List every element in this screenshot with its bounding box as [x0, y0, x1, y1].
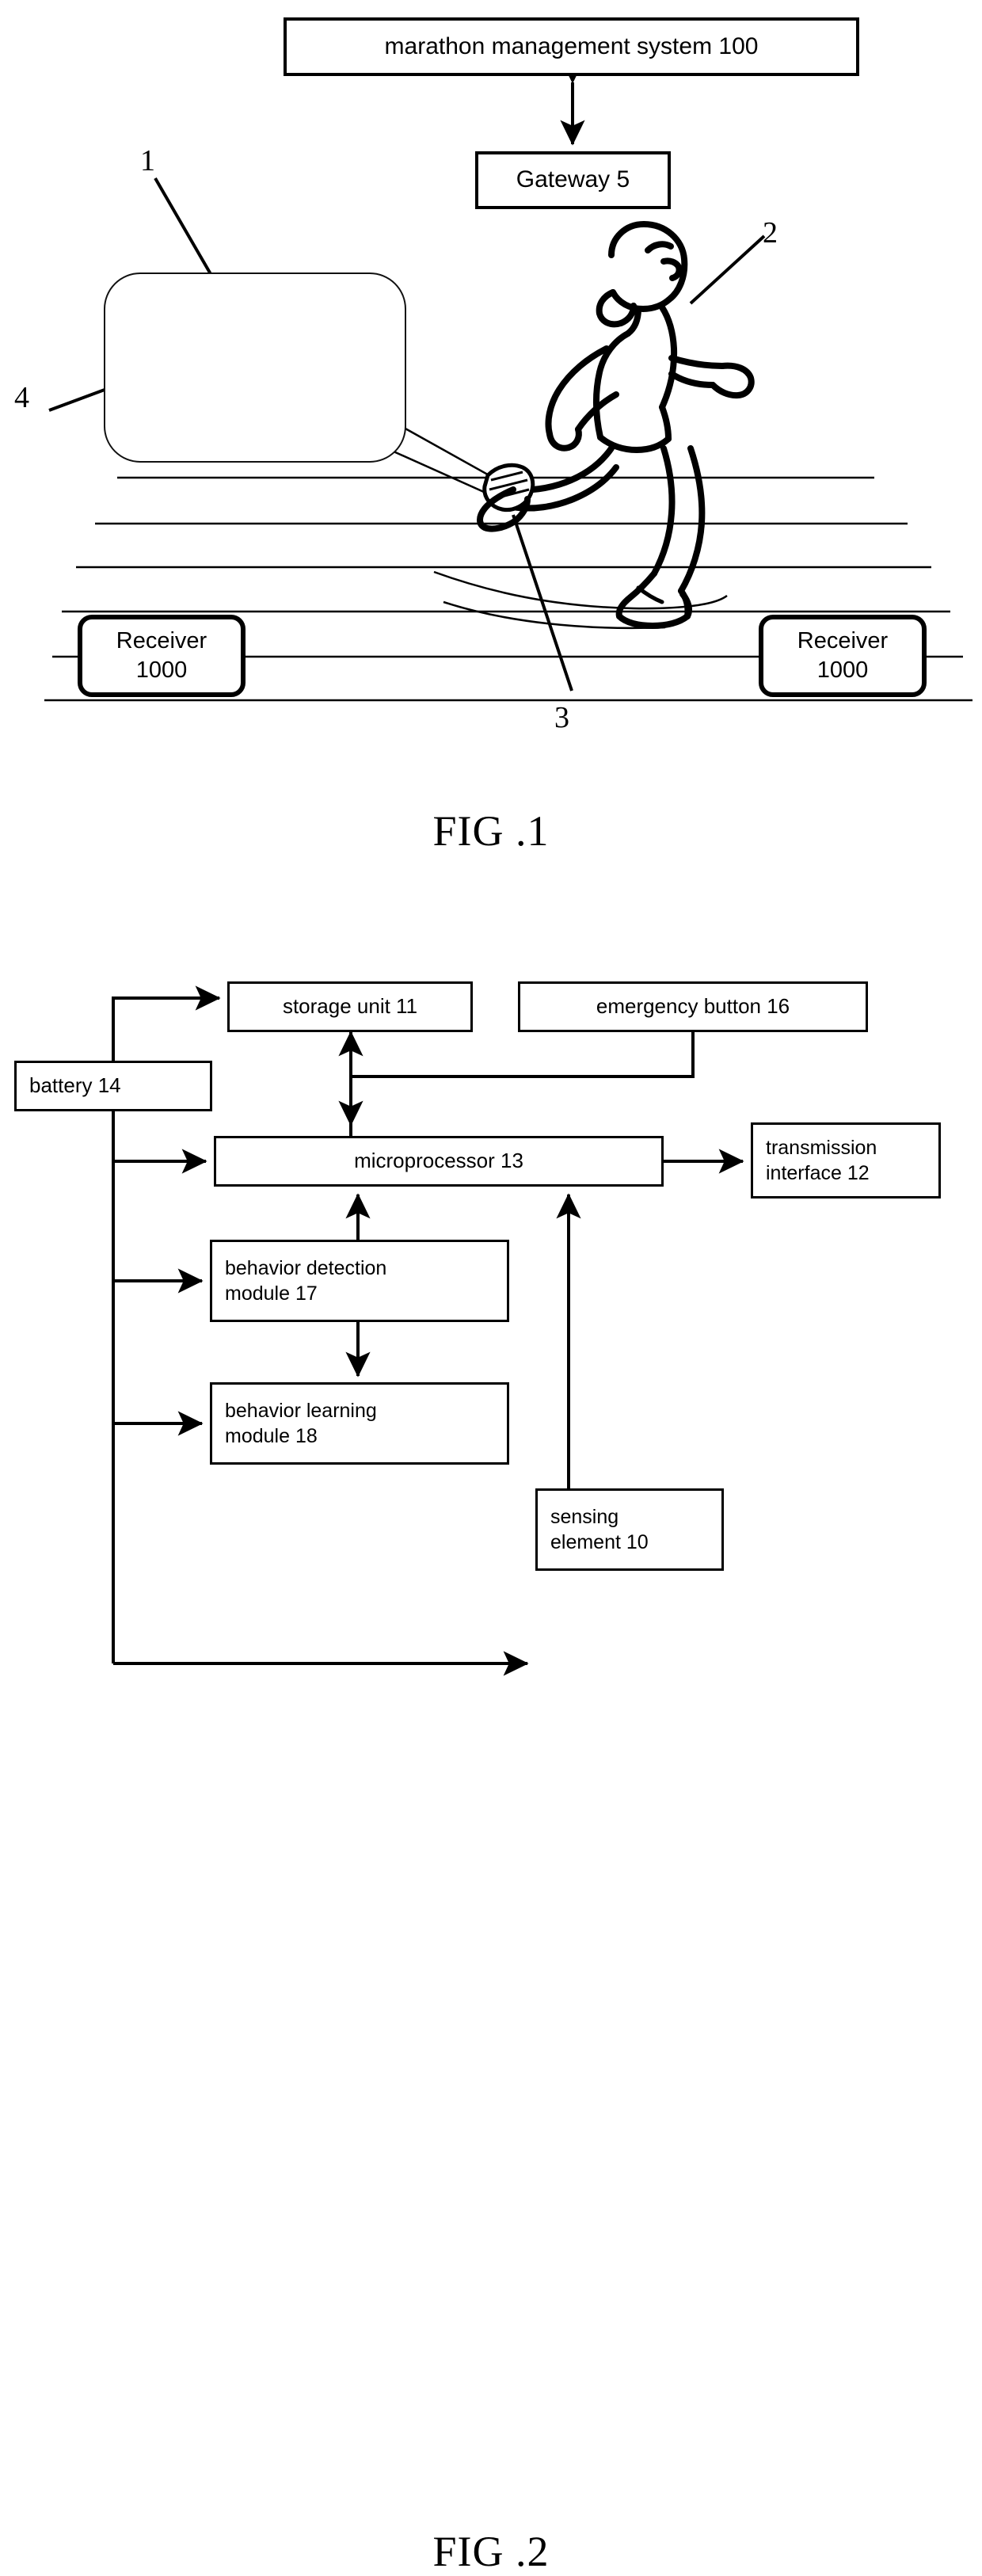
- behavior-learning-module-box: behavior learning module 18: [210, 1382, 509, 1465]
- device-detail-callout: [104, 272, 406, 463]
- runner-figure: [510, 221, 755, 629]
- receiver-left-box: Receiver 1000: [78, 615, 246, 697]
- leader-line-3: [512, 514, 573, 692]
- gateway-box: Gateway 5: [475, 151, 671, 209]
- storage-unit-box: storage unit 11: [227, 981, 473, 1032]
- shoe-sensor-marker: [482, 463, 535, 513]
- front-shoe: [477, 486, 531, 532]
- figure-2: storage unit 11 emergency button 16 batt…: [0, 871, 982, 2575]
- reference-numeral-1: 1: [140, 144, 155, 177]
- reference-numeral-3: 3: [554, 701, 569, 734]
- sensing-element-box: sensing element 10: [535, 1488, 724, 1571]
- wire-battery-to-storage: [112, 985, 221, 1061]
- behavior-detection-module-box: behavior detection module 17: [210, 1240, 509, 1322]
- reference-numeral-4: 4: [14, 381, 29, 414]
- marathon-management-system-box: marathon management system 100: [284, 17, 859, 76]
- wire-sensing-to-microprocessor-seg: [569, 1426, 630, 1488]
- figure-2-caption: FIG .2: [432, 2528, 550, 2575]
- wire-emergency-to-microprocessor-h: [351, 1032, 695, 1078]
- figure-1: marathon management system 100 Gateway 5…: [0, 0, 982, 871]
- leader-line-2: [689, 234, 766, 305]
- transmission-interface-box: transmission interface 12: [751, 1122, 941, 1198]
- battery-box: battery 14: [14, 1061, 212, 1111]
- receiver-right-box: Receiver 1000: [759, 615, 927, 697]
- microprocessor-box: microprocessor 13: [214, 1136, 664, 1187]
- emergency-button-box: emergency button 16: [518, 981, 868, 1032]
- reference-numeral-2: 2: [763, 216, 778, 250]
- figure-1-caption: FIG .1: [432, 807, 550, 855]
- callout-leader: [393, 426, 514, 504]
- ground-shadow: [433, 570, 728, 630]
